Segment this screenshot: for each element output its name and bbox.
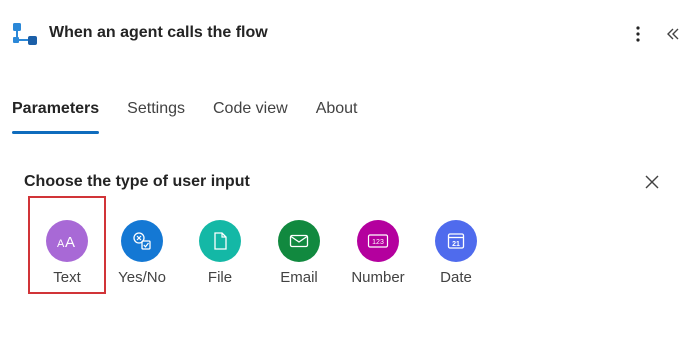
- double-chevron-left-icon[interactable]: [664, 22, 682, 46]
- input-type-label: Number: [351, 269, 405, 286]
- yes-no-icon: [121, 220, 163, 262]
- input-type-email[interactable]: Email: [260, 196, 338, 294]
- input-type-yes-no[interactable]: Yes/No: [103, 196, 181, 294]
- input-type-number[interactable]: 123 Number: [339, 196, 417, 294]
- calendar-icon: 21: [435, 220, 477, 262]
- more-vertical-icon[interactable]: [630, 22, 646, 46]
- page-title: When an agent calls the flow: [49, 24, 268, 41]
- flow-header: When an agent calls the flow: [0, 0, 682, 70]
- input-type-label: Text: [53, 269, 81, 286]
- input-type-heading: Choose the type of user input: [24, 173, 250, 190]
- text-icon: A A: [46, 220, 88, 262]
- svg-text:A: A: [57, 238, 65, 249]
- tab-code-view[interactable]: Code view: [213, 98, 288, 136]
- input-type-date[interactable]: 21 Date: [417, 196, 495, 294]
- close-icon[interactable]: [643, 173, 661, 191]
- input-type-text[interactable]: A A Text: [28, 196, 106, 294]
- file-icon: [199, 220, 241, 262]
- flow-trigger-icon: [13, 23, 37, 45]
- tab-bar: Parameters Settings Code view About: [12, 98, 386, 136]
- input-type-label: Email: [280, 269, 318, 286]
- input-type-label: Date: [440, 269, 472, 286]
- email-icon: [278, 220, 320, 262]
- svg-text:21: 21: [452, 241, 460, 248]
- tab-settings[interactable]: Settings: [127, 98, 185, 136]
- input-type-label: Yes/No: [118, 269, 166, 286]
- tab-parameters[interactable]: Parameters: [12, 98, 100, 136]
- input-type-file[interactable]: File: [181, 196, 259, 294]
- tab-about[interactable]: About: [316, 98, 358, 136]
- number-icon: 123: [357, 220, 399, 262]
- input-type-label: File: [207, 269, 233, 286]
- svg-text:123: 123: [372, 239, 384, 246]
- svg-text:A: A: [65, 234, 75, 249]
